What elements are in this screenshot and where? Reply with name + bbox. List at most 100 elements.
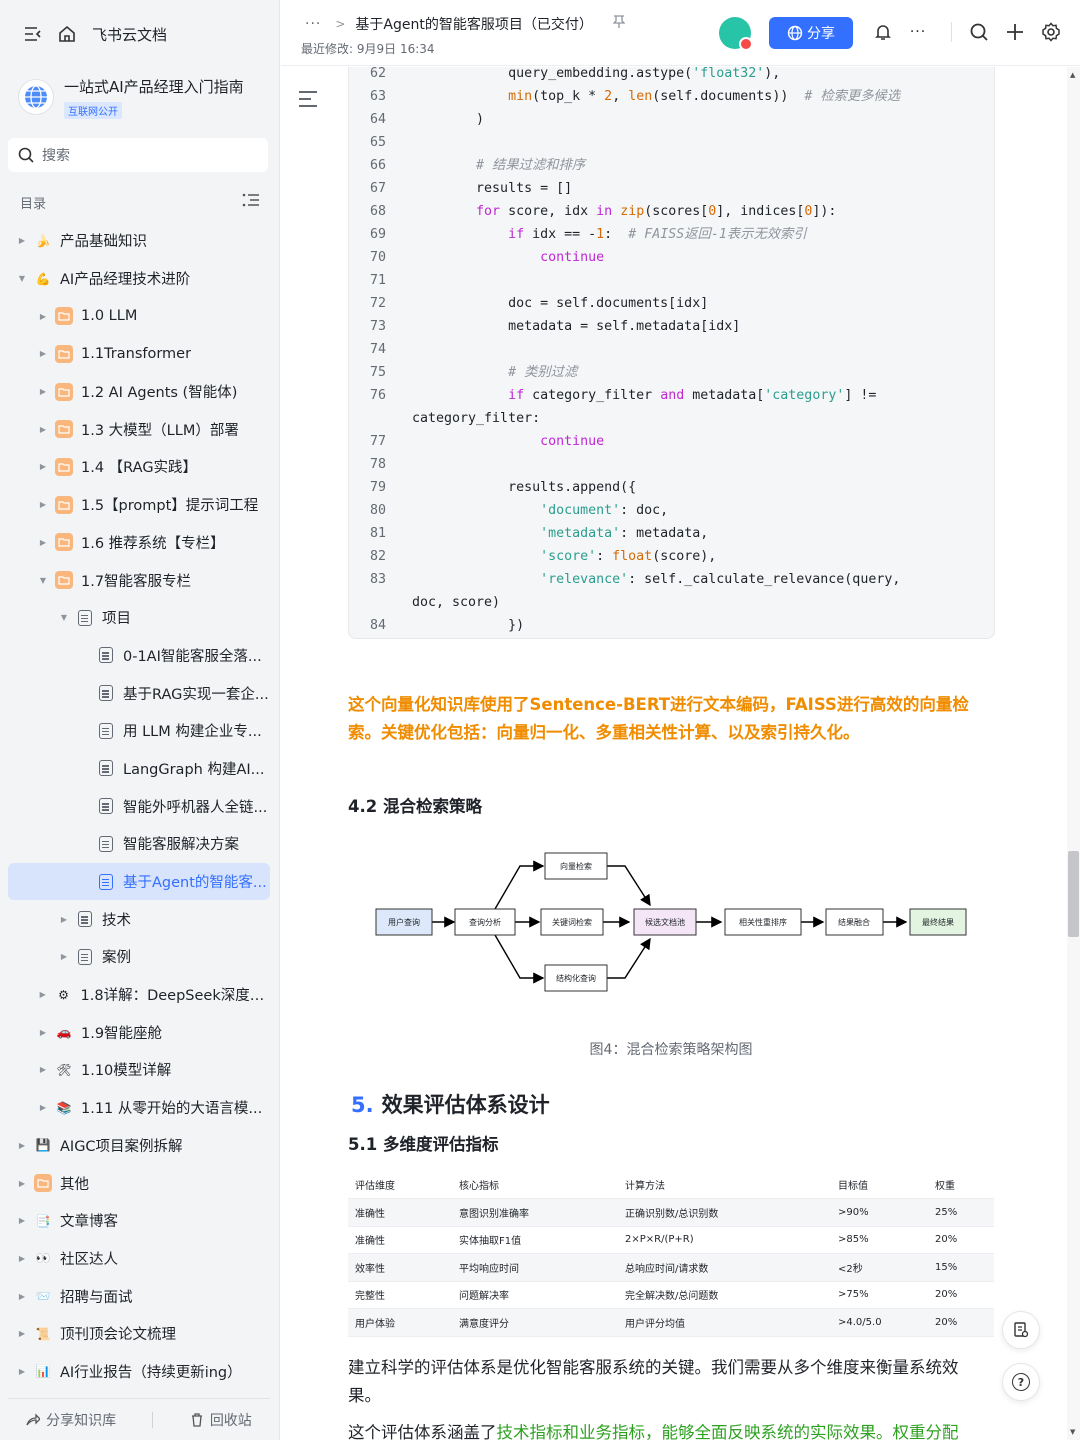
sidebar-item[interactable]: ▶ 📨 招聘与面试 bbox=[8, 1277, 270, 1315]
sidebar-item[interactable]: ▶ 1.0 LLM bbox=[8, 297, 270, 335]
share-icon bbox=[26, 1412, 42, 1425]
sidebar-item-label: 基于Agent的智能客... bbox=[123, 875, 267, 892]
bell-icon[interactable] bbox=[871, 20, 895, 44]
chevron-right-icon[interactable]: ▶ bbox=[16, 1292, 28, 1301]
chevron-right-icon[interactable]: ▶ bbox=[16, 236, 28, 245]
sidebar-item[interactable]: ▶ 1.4 【RAG实践】 bbox=[8, 448, 270, 486]
avatar[interactable] bbox=[719, 17, 753, 51]
sidebar-item[interactable]: ▶ 1.2 AI Agents (智能体) bbox=[8, 373, 270, 411]
chevron-right-icon[interactable]: ▶ bbox=[37, 1065, 49, 1074]
scrollbar-thumb[interactable] bbox=[1068, 851, 1079, 937]
sidebar-item[interactable]: ▶ 1.5【prompt】提示词工程 bbox=[8, 486, 270, 524]
search-input[interactable]: 搜索 bbox=[8, 138, 268, 172]
sidebar-top: 飞书云文档 bbox=[0, 14, 280, 54]
sidebar-item[interactable]: ▶ 📊 AI行业报告（持续更新ing） bbox=[8, 1353, 270, 1391]
outline-icon[interactable] bbox=[299, 91, 317, 107]
sidebar-item[interactable]: ▶ 案例 bbox=[8, 938, 270, 976]
sidebar-item[interactable]: ▶ 其他 bbox=[8, 1164, 270, 1202]
sidebar-item-label: 1.5【prompt】提示词工程 bbox=[81, 498, 259, 515]
chevron-right-icon[interactable]: ▶ bbox=[37, 538, 49, 547]
table-cell: >85% bbox=[831, 1226, 928, 1254]
chevron-right-icon[interactable]: ▶ bbox=[37, 990, 49, 999]
sidebar-item[interactable]: 智能客服解决方案 bbox=[8, 825, 270, 863]
emoji-icon: ⚙ bbox=[58, 987, 69, 1002]
sidebar-item[interactable]: 基于Agent的智能客... bbox=[8, 862, 270, 901]
brand-name[interactable]: 飞书云文档 bbox=[92, 24, 167, 45]
sidebar-item[interactable]: LangGraph 构建AI... bbox=[8, 750, 270, 788]
sidebar-item[interactable]: ▶ 🛠 1.10模型详解 bbox=[8, 1051, 270, 1089]
code-line: 76 if category_filter and metadata['cate… bbox=[349, 384, 996, 407]
table-cell: 总响应时间/请求数 bbox=[618, 1253, 831, 1282]
sidebar-item[interactable]: ▶ 👀 社区达人 bbox=[8, 1240, 270, 1278]
sidebar-item-label: 智能外呼机器人全链... bbox=[123, 799, 268, 816]
doc-tools-button[interactable] bbox=[1002, 1311, 1040, 1349]
table-cell: 意图识别准确率 bbox=[452, 1198, 618, 1227]
emoji-icon: 🚗 bbox=[56, 1025, 72, 1040]
collapse-sidebar-icon[interactable] bbox=[22, 23, 44, 45]
share-kb-button[interactable]: 分享知识库 bbox=[26, 1410, 116, 1430]
chevron-down-icon[interactable]: ▼ bbox=[58, 613, 70, 622]
home-icon[interactable] bbox=[56, 23, 78, 45]
sidebar-item[interactable]: ▶ 📜 顶刊顶会论文梳理 bbox=[8, 1315, 270, 1353]
breadcrumb-more-button[interactable]: ··· bbox=[305, 16, 321, 32]
sidebar-item[interactable]: ▶ 🍌 产品基础知识 bbox=[8, 222, 270, 260]
scroll-down-icon[interactable]: ▼ bbox=[1070, 1428, 1075, 1436]
sidebar-item[interactable]: ▼ 💪 AI产品经理技术进阶 bbox=[8, 260, 270, 298]
toc-list-icon[interactable] bbox=[242, 192, 260, 212]
share-button[interactable]: 分享 bbox=[769, 17, 853, 49]
code-line: 79 results.append({ bbox=[349, 476, 996, 499]
sidebar-item[interactable]: ▶ 1.6 推荐系统【专栏】 bbox=[8, 524, 270, 562]
search-icon[interactable] bbox=[967, 20, 991, 44]
knowledge-base-header[interactable]: 一站式AI产品经理入门指南 互联网公开 bbox=[18, 72, 268, 122]
sidebar-item-label: 1.0 LLM bbox=[81, 308, 138, 325]
sidebar-item[interactable]: ▼ 1.7智能客服专栏 bbox=[8, 561, 270, 599]
chevron-right-icon[interactable]: ▶ bbox=[37, 425, 49, 434]
chevron-right-icon[interactable]: ▶ bbox=[58, 915, 70, 924]
chevron-right-icon[interactable]: ▶ bbox=[37, 1103, 49, 1112]
sidebar-item[interactable]: ▶ 1.1Transformer bbox=[8, 335, 270, 373]
sidebar-item[interactable]: 基于RAG实现一套企... bbox=[8, 674, 270, 712]
sidebar-item[interactable]: ▶ 技术 bbox=[8, 900, 270, 938]
recycle-bin-button[interactable]: 回收站 bbox=[190, 1410, 252, 1430]
sidebar-footer: 分享知识库 回收站 bbox=[8, 1398, 270, 1440]
sidebar-item[interactable]: 用 LLM 构建企业专... bbox=[8, 712, 270, 750]
chevron-right-icon[interactable]: ▶ bbox=[16, 1367, 28, 1376]
pin-icon[interactable] bbox=[612, 15, 626, 33]
chevron-down-icon[interactable]: ▼ bbox=[37, 576, 49, 585]
chevron-right-icon[interactable]: ▶ bbox=[16, 1179, 28, 1188]
svg-text:向量检索: 向量检索 bbox=[560, 861, 592, 871]
diagram-node-structured-query: 结构化查询 bbox=[544, 964, 608, 992]
sidebar-item[interactable]: 0-1AI智能客服全落... bbox=[8, 637, 270, 675]
sidebar-item[interactable]: ▶ ⚙ 1.8详解：DeepSeek深度推... bbox=[8, 976, 270, 1014]
add-icon[interactable] bbox=[1003, 20, 1027, 44]
scrollbar[interactable]: ▲ ▼ bbox=[1067, 67, 1080, 1440]
sidebar-item-label: 1.9智能座舱 bbox=[81, 1025, 163, 1042]
chevron-right-icon[interactable]: ▶ bbox=[37, 349, 49, 358]
sidebar-item[interactable]: ▶ 📚 1.11 从零开始的大语言模... bbox=[8, 1089, 270, 1127]
diagram-node-candidates: 候选文档池 bbox=[633, 908, 697, 936]
chevron-right-icon[interactable]: ▶ bbox=[37, 1028, 49, 1037]
sidebar-item[interactable]: ▶ 💾 AIGC项目案例拆解 bbox=[8, 1127, 270, 1165]
sidebar-item[interactable]: 智能外呼机器人全链... bbox=[8, 787, 270, 825]
chevron-down-icon[interactable]: ▼ bbox=[16, 274, 28, 283]
emoji-icon: 👀 bbox=[35, 1251, 51, 1266]
chevron-right-icon[interactable]: ▶ bbox=[16, 1254, 28, 1263]
scroll-up-icon[interactable]: ▲ bbox=[1070, 71, 1075, 79]
sidebar-item[interactable]: ▶ 🚗 1.9智能座舱 bbox=[8, 1013, 270, 1051]
table-cell: 效率性 bbox=[348, 1253, 452, 1282]
help-button[interactable]: ? bbox=[1002, 1363, 1040, 1401]
chevron-right-icon[interactable]: ▶ bbox=[16, 1141, 28, 1150]
more-button[interactable]: ··· bbox=[906, 20, 930, 44]
gear-icon[interactable] bbox=[1039, 20, 1063, 44]
chevron-right-icon[interactable]: ▶ bbox=[16, 1329, 28, 1338]
chevron-right-icon[interactable]: ▶ bbox=[37, 462, 49, 471]
chevron-right-icon[interactable]: ▶ bbox=[58, 952, 70, 961]
chevron-right-icon[interactable]: ▶ bbox=[16, 1216, 28, 1225]
sidebar-item[interactable]: ▶ 📑 文章博客 bbox=[8, 1202, 270, 1240]
chevron-right-icon[interactable]: ▶ bbox=[37, 500, 49, 509]
sidebar-item[interactable]: ▶ 1.3 大模型（LLM）部署 bbox=[8, 410, 270, 448]
chevron-right-icon[interactable]: ▶ bbox=[37, 312, 49, 321]
doc-title[interactable]: 基于Agent的智能客服项目（已交付） bbox=[355, 14, 592, 34]
sidebar-item[interactable]: ▼ 项目 bbox=[8, 599, 270, 637]
chevron-right-icon[interactable]: ▶ bbox=[37, 387, 49, 396]
